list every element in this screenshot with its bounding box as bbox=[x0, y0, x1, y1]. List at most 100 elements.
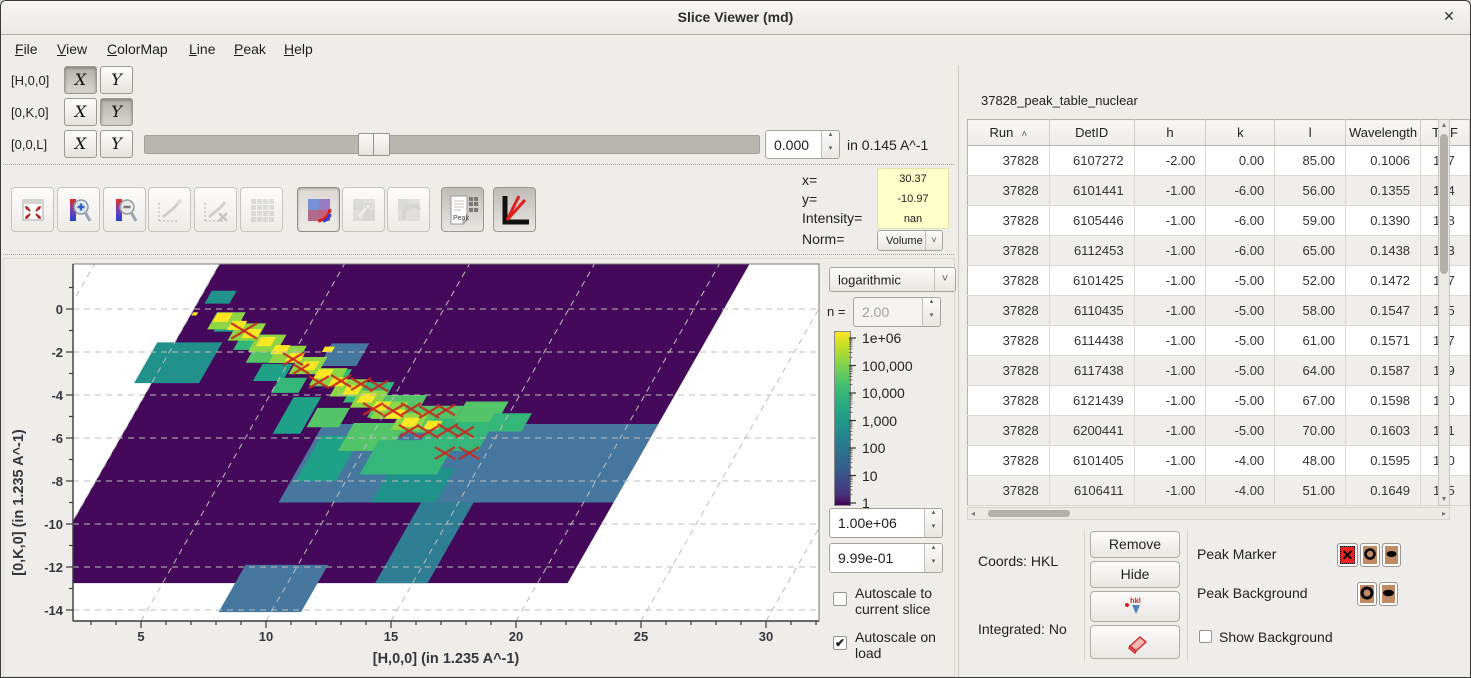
column-header-wavelength[interactable]: Wavelength bbox=[1346, 120, 1421, 146]
table-cell: -4.00 bbox=[1206, 476, 1275, 506]
column-header-l[interactable]: l bbox=[1275, 120, 1346, 146]
table-cell: 6101405 bbox=[1049, 446, 1134, 476]
dim-1-y-button[interactable]: Y bbox=[100, 98, 133, 126]
column-header-k[interactable]: k bbox=[1206, 120, 1275, 146]
scroll-down-icon[interactable]: ▼ bbox=[1439, 496, 1449, 503]
table-cell: 65.00 bbox=[1275, 236, 1346, 266]
background-circle-button[interactable] bbox=[1357, 582, 1377, 606]
slice-slider[interactable] bbox=[144, 135, 760, 154]
table-cell: -1.00 bbox=[1134, 206, 1206, 236]
table-cell: 37828 bbox=[968, 266, 1050, 296]
norm-dropdown[interactable]: Volume ˅ bbox=[877, 230, 943, 251]
pan-rebin-button bbox=[342, 187, 385, 232]
slice-position-spinbox[interactable]: 0.000 ▴▾ bbox=[765, 130, 840, 159]
reset-zoom-button[interactable] bbox=[11, 187, 54, 232]
svg-text:25: 25 bbox=[634, 629, 648, 644]
table-row[interactable]: 378286110435-1.00-5.0058.000.1547165 bbox=[968, 296, 1470, 326]
menu-view[interactable]: View bbox=[57, 41, 87, 57]
color-min-value: 9.99e-01 bbox=[838, 550, 893, 566]
table-row[interactable]: 378286114438-1.00-5.0061.000.1571167 bbox=[968, 326, 1470, 356]
table-row[interactable]: 378286107272-2.000.0085.000.1006107 bbox=[968, 146, 1470, 176]
peaks-overlay-button[interactable]: Peak bbox=[441, 187, 484, 232]
table-row[interactable]: 378286101441-1.00-6.0056.000.1355144 bbox=[968, 176, 1470, 206]
table-cell: 0.1603 bbox=[1346, 416, 1421, 446]
menu-colormap[interactable]: ColorMap bbox=[107, 41, 168, 57]
table-cell: -5.00 bbox=[1206, 386, 1275, 416]
table-cell: -1.00 bbox=[1134, 176, 1206, 206]
table-row[interactable]: 378286200441-1.00-5.0070.000.1603171 bbox=[968, 416, 1470, 446]
color-min-spinbox[interactable]: 9.99e-01 ▴▾ bbox=[829, 543, 943, 573]
spin-arrows: ▴▾ bbox=[922, 298, 940, 326]
table-cell: -4.00 bbox=[1206, 446, 1275, 476]
column-header-h[interactable]: h bbox=[1134, 120, 1206, 146]
pane-splitter[interactable] bbox=[958, 65, 959, 678]
show-background-label: Show Background bbox=[1219, 629, 1333, 645]
peak-marker-cross-button[interactable]: ✕ bbox=[1337, 543, 1358, 567]
table-cell: -1.00 bbox=[1134, 296, 1206, 326]
scrollbar-thumb[interactable] bbox=[1440, 134, 1448, 274]
scroll-right-icon[interactable]: ▸ bbox=[1442, 509, 1446, 518]
dim-2-y-button[interactable]: Y bbox=[100, 130, 133, 158]
table-cell: 0.1547 bbox=[1346, 296, 1421, 326]
dim-2-x-button[interactable]: X bbox=[64, 130, 97, 158]
zoom-out-button[interactable] bbox=[103, 187, 146, 232]
color-max-spinbox[interactable]: 1.00e+06 ▴▾ bbox=[829, 508, 943, 538]
slice-plot[interactable]: 510152025300-2-4-6-8-10-12-14[H,0,0] (in… bbox=[3, 259, 956, 677]
table-cell: -5.00 bbox=[1206, 266, 1275, 296]
table-row[interactable]: 378286101405-1.00-4.0048.000.1595170 bbox=[968, 446, 1470, 476]
zoom-in-icon bbox=[64, 195, 94, 225]
peak-marker-circle-button[interactable] bbox=[1360, 543, 1380, 567]
colorbar-tick-label: 100 bbox=[862, 440, 885, 456]
hide-button[interactable]: Hide bbox=[1090, 561, 1180, 588]
table-row[interactable]: 378286112453-1.00-6.0065.000.1438153 bbox=[968, 236, 1470, 266]
dim-0-y-button[interactable]: Y bbox=[100, 66, 133, 94]
dim-1-x-button[interactable]: X bbox=[64, 98, 97, 126]
snap-grid-icon bbox=[247, 195, 277, 225]
table-cell: 37828 bbox=[968, 476, 1050, 506]
column-header-run[interactable]: Run˄ bbox=[968, 120, 1050, 146]
slice-position-value[interactable]: 0.000 bbox=[774, 137, 809, 153]
table-row[interactable]: 378286106411-1.00-4.0051.000.1649175 bbox=[968, 476, 1470, 506]
hkl-arrow-icon: hkl bbox=[1120, 595, 1150, 619]
menu-help[interactable]: Help bbox=[284, 41, 313, 57]
background-ellipse-button[interactable] bbox=[1379, 582, 1398, 606]
scrollbar-thumb[interactable] bbox=[988, 510, 1070, 517]
menu-bar: File View ColorMap Line Peak Help bbox=[1, 34, 957, 64]
autoscale-slice-label: Autoscale to current slice bbox=[855, 585, 955, 617]
table-row[interactable]: 378286101425-1.00-5.0052.000.1472157 bbox=[968, 266, 1470, 296]
show-background-checkbox[interactable] bbox=[1199, 630, 1212, 643]
scroll-left-icon[interactable]: ◂ bbox=[971, 509, 975, 518]
menu-line[interactable]: Line bbox=[189, 41, 215, 57]
table-cell: 58.00 bbox=[1275, 296, 1346, 326]
menu-peak[interactable]: Peak bbox=[234, 41, 266, 57]
close-icon[interactable]: ✕ bbox=[1440, 8, 1458, 25]
table-row[interactable]: 378286105446-1.00-6.0059.000.1390148 bbox=[968, 206, 1470, 236]
autoscale-load-checkbox[interactable]: ✔ bbox=[833, 636, 847, 650]
table-horizontal-scrollbar[interactable]: ◂ ▸ bbox=[967, 507, 1450, 520]
spin-arrows[interactable]: ▴▾ bbox=[924, 544, 942, 572]
table-row[interactable]: 378286117438-1.00-5.0064.000.1587169 bbox=[968, 356, 1470, 386]
zoom-in-button[interactable] bbox=[57, 187, 100, 232]
peak-marker-ellipse-button[interactable] bbox=[1382, 543, 1401, 567]
nonorthogonal-axes-button[interactable] bbox=[493, 187, 536, 232]
slice-slider-handle[interactable] bbox=[373, 133, 390, 156]
scroll-up-icon[interactable]: ▲ bbox=[1439, 122, 1449, 129]
table-cell: -1.00 bbox=[1134, 356, 1206, 386]
clear-peaks-button[interactable] bbox=[1090, 625, 1180, 659]
table-cell: 37828 bbox=[968, 416, 1050, 446]
table-vertical-scrollbar[interactable]: ▲ ▼ bbox=[1438, 119, 1450, 506]
overlay-rebin-button[interactable] bbox=[297, 187, 340, 232]
slice-viewer-window: Slice Viewer (md) ✕ FileViewColorMapLine… bbox=[0, 0, 1471, 678]
dim-0-x-button[interactable]: X bbox=[64, 66, 97, 94]
peak-table[interactable]: Run˄DetIDhklWavelengthTOF 378286107272-2… bbox=[967, 119, 1470, 506]
table-cell: 52.00 bbox=[1275, 266, 1346, 296]
remove-button[interactable]: Remove bbox=[1090, 531, 1180, 558]
menu-file[interactable]: File bbox=[15, 41, 38, 57]
goto-hkl-button[interactable]: hkl bbox=[1090, 591, 1180, 622]
column-header-detid[interactable]: DetID bbox=[1049, 120, 1134, 146]
autoscale-slice-checkbox[interactable] bbox=[833, 592, 847, 606]
table-row[interactable]: 378286121439-1.00-5.0067.000.1598170 bbox=[968, 386, 1470, 416]
spin-arrows[interactable]: ▴▾ bbox=[924, 509, 942, 537]
scale-type-dropdown[interactable]: logarithmic ˅ bbox=[829, 267, 956, 292]
spin-arrows[interactable]: ▴▾ bbox=[821, 131, 839, 158]
